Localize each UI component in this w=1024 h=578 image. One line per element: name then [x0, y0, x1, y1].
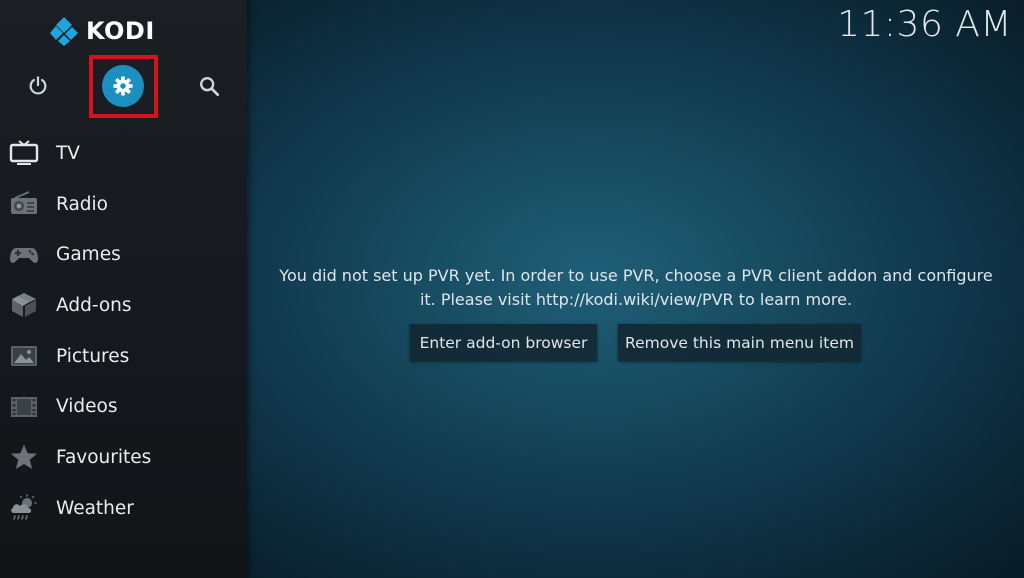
enter-addon-browser-button[interactable]: Enter add-on browser	[410, 324, 597, 361]
search-icon	[200, 77, 220, 97]
kodi-logo-text: KODI	[86, 17, 155, 45]
power-icon	[29, 76, 47, 95]
sidebar-item-label: Favourites	[56, 446, 152, 468]
addons-box-icon	[9, 290, 39, 320]
sidebar-item-label: TV	[56, 142, 80, 164]
sidebar-item-favourites[interactable]: Favourites	[0, 432, 247, 483]
sidebar: KODI TV Radio Games Add-ons Pictures Vid…	[0, 0, 247, 578]
main-menu: TV Radio Games Add-ons Pictures Videos F…	[0, 128, 247, 534]
sidebar-item-label: Add-ons	[56, 294, 132, 316]
sidebar-item-weather[interactable]: Weather	[0, 483, 247, 534]
pictures-icon	[9, 341, 39, 371]
sidebar-item-tv[interactable]: TV	[0, 128, 247, 179]
sidebar-item-label: Videos	[56, 396, 118, 418]
pvr-message-line-2: it. Please visit http://kodi.wiki/view/P…	[419, 290, 853, 309]
radio-icon	[9, 189, 39, 219]
power-button[interactable]	[16, 64, 60, 108]
tv-icon	[9, 138, 39, 168]
sidebar-item-label: Games	[56, 244, 121, 266]
sidebar-item-addons[interactable]: Add-ons	[0, 280, 247, 331]
clock: 11:36 AM	[837, 4, 1012, 45]
search-button[interactable]	[187, 64, 231, 108]
star-icon	[9, 442, 39, 472]
pvr-message-line-1: You did not set up PVR yet. In order to …	[279, 266, 993, 285]
sidebar-item-label: Weather	[56, 497, 134, 519]
weather-icon	[9, 493, 39, 523]
sidebar-item-label: Radio	[56, 193, 108, 215]
sidebar-item-videos[interactable]: Videos	[0, 381, 247, 432]
sidebar-item-pictures[interactable]: Pictures	[0, 331, 247, 382]
sidebar-item-games[interactable]: Games	[0, 229, 247, 280]
kodi-logo[interactable]: KODI	[50, 16, 155, 46]
kodi-logo-icon	[50, 17, 78, 46]
settings-highlight-box	[89, 55, 158, 118]
remove-main-menu-item-button[interactable]: Remove this main menu item	[618, 324, 861, 361]
kodi-app: KODI TV Radio Games Add-ons Pictures Vid…	[0, 0, 1024, 578]
sidebar-item-radio[interactable]: Radio	[0, 179, 247, 230]
gamepad-icon	[9, 240, 39, 270]
sidebar-item-label: Pictures	[56, 345, 130, 367]
pvr-setup-message: You did not set up PVR yet. In order to …	[260, 264, 1012, 312]
film-icon	[9, 392, 39, 422]
